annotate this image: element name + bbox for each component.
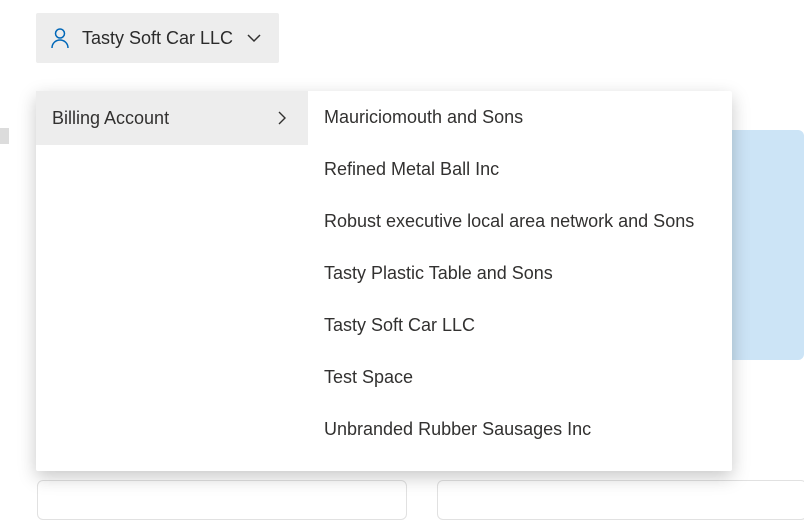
- account-option-label: Tasty Plastic Table and Sons: [324, 263, 553, 284]
- account-selector[interactable]: Tasty Soft Car LLC: [36, 13, 279, 63]
- menu-item-billing-account[interactable]: Billing Account: [36, 91, 308, 145]
- account-option-label: Robust executive local area network and …: [324, 211, 694, 232]
- account-option-label: Unbranded Rubber Sausages Inc: [324, 419, 591, 440]
- account-option[interactable]: Mauriciomouth and Sons: [308, 91, 732, 143]
- person-icon: [50, 27, 70, 49]
- account-option[interactable]: Test Space: [308, 351, 732, 403]
- account-option-label: Mauriciomouth and Sons: [324, 107, 523, 128]
- account-option[interactable]: Tasty Plastic Table and Sons: [308, 247, 732, 299]
- account-option-label: Refined Metal Ball Inc: [324, 159, 499, 180]
- account-option[interactable]: Unbranded Rubber Sausages Inc: [308, 403, 732, 455]
- quick-link-card[interactable]: [437, 480, 804, 520]
- menu-item-billing-account-label: Billing Account: [52, 108, 169, 129]
- account-option-label: Tasty Soft Car LLC: [324, 315, 475, 336]
- chevron-right-icon: [274, 110, 290, 126]
- account-selector-label: Tasty Soft Car LLC: [82, 28, 233, 49]
- account-dropdown-options: Mauriciomouth and Sons Refined Metal Bal…: [308, 91, 732, 471]
- account-option-label: Test Space: [324, 367, 413, 388]
- quick-link-card[interactable]: [37, 480, 407, 520]
- account-dropdown: Billing Account Mauriciomouth and Sons R…: [36, 91, 732, 471]
- account-option[interactable]: Robust executive local area network and …: [308, 195, 732, 247]
- chevron-down-icon: [245, 29, 263, 47]
- page-tab-strip: [0, 128, 9, 144]
- account-option[interactable]: Refined Metal Ball Inc: [308, 143, 732, 195]
- account-option[interactable]: Tasty Soft Car LLC: [308, 299, 732, 351]
- account-dropdown-categories: Billing Account: [36, 91, 308, 471]
